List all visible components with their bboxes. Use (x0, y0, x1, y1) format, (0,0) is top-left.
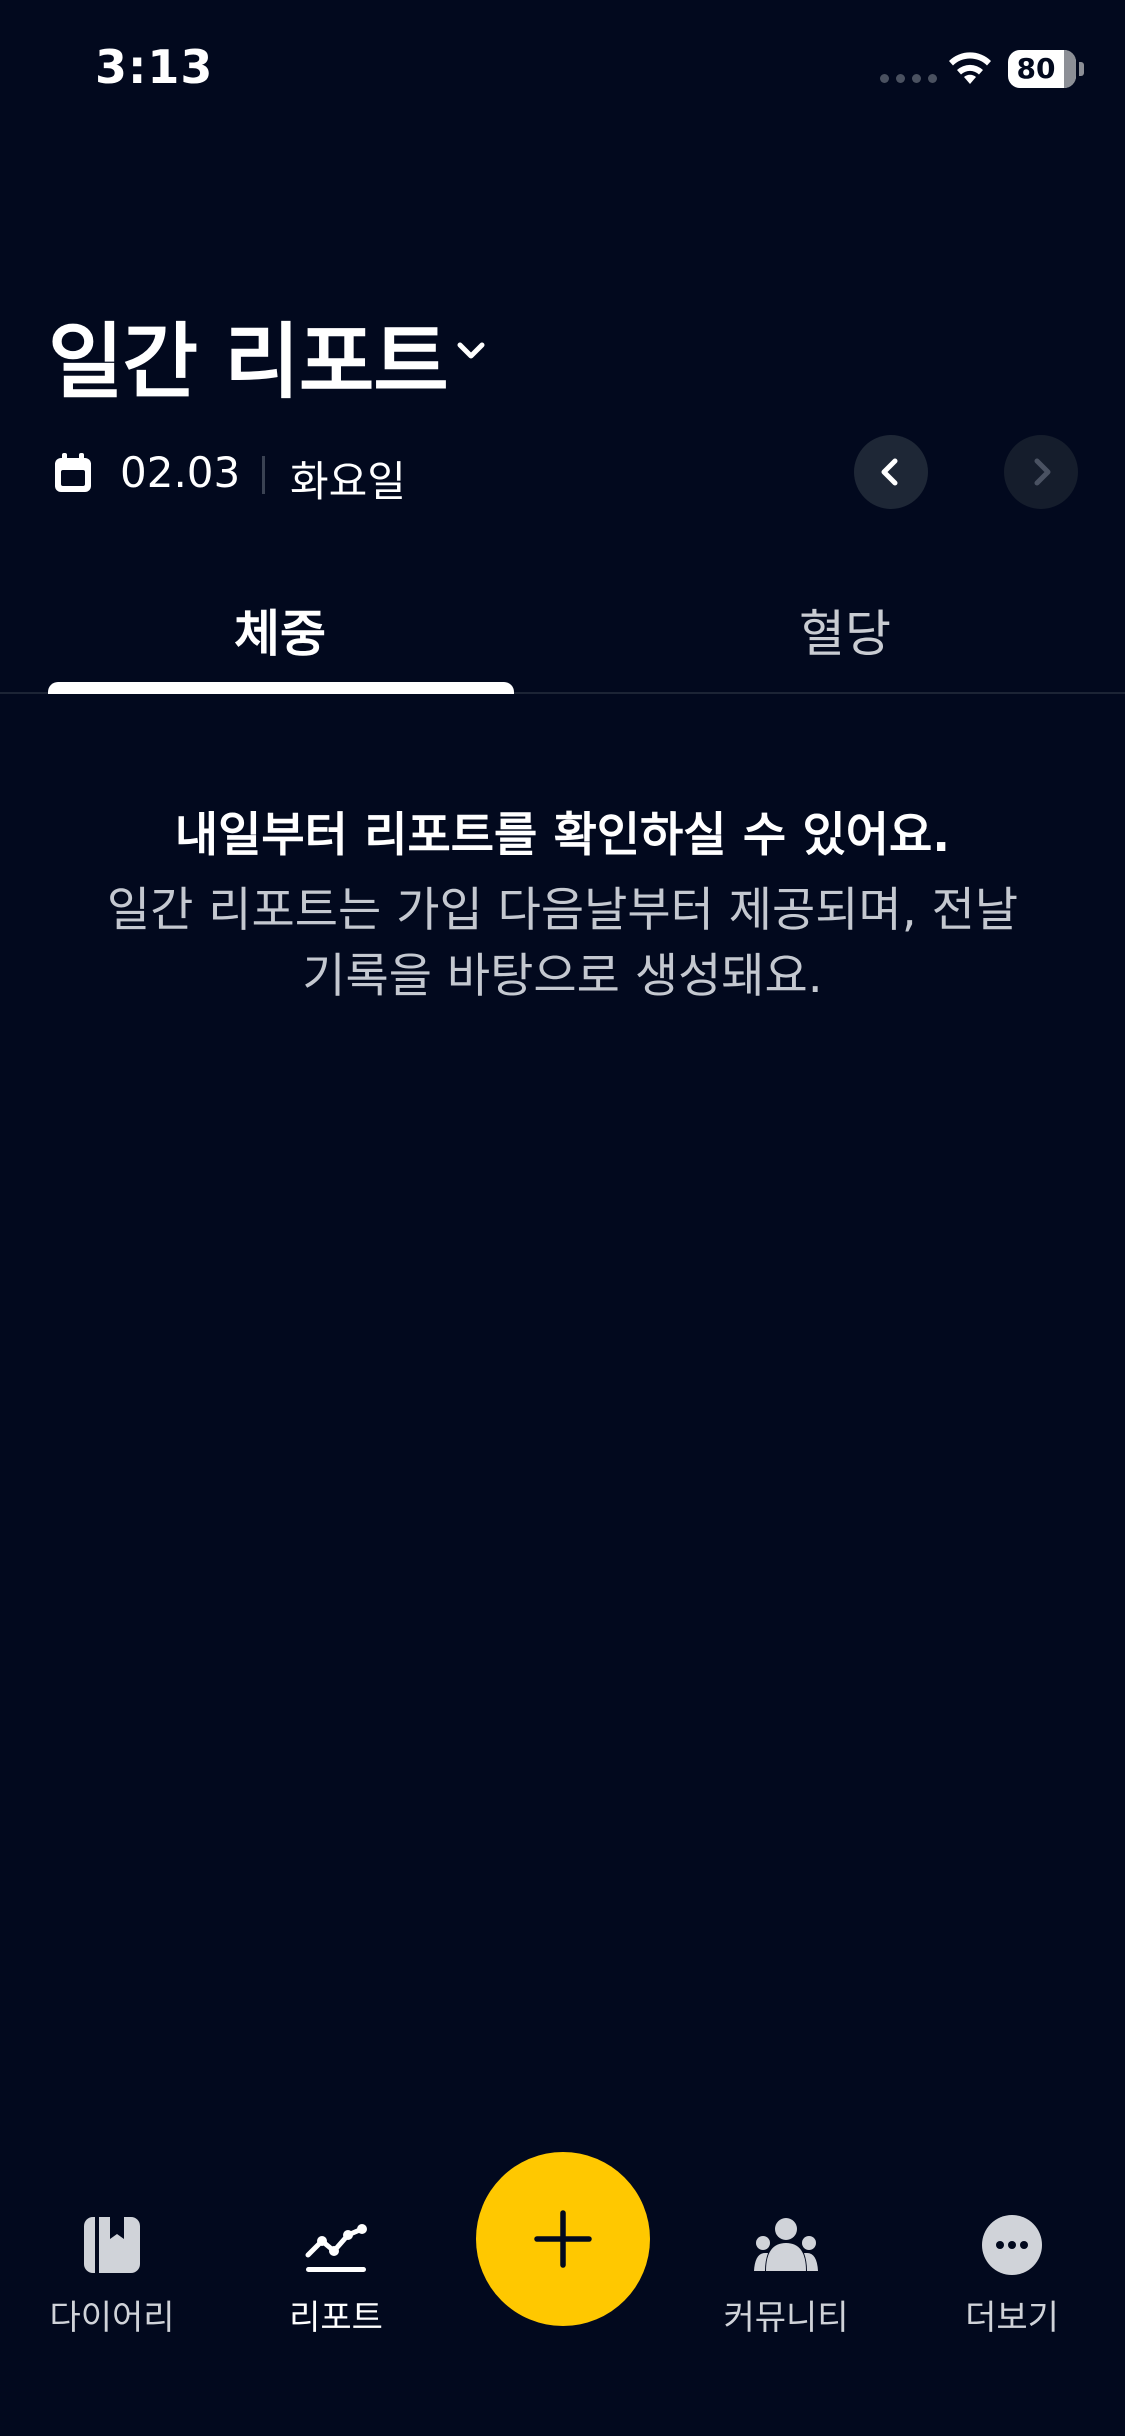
chevron-left-icon (881, 458, 898, 486)
battery-level: 80 (1016, 52, 1056, 85)
nav-label-community: 커뮤니티 (723, 2298, 849, 2338)
community-icon (754, 2218, 818, 2271)
battery-cap (1079, 62, 1084, 76)
nav-item-diary[interactable]: 다이어리 (12, 2140, 212, 2340)
empty-state-title: 내일부터 리포트를 확인하실 수 있어요. (174, 808, 951, 863)
diary-icon (84, 2217, 140, 2273)
chevron-right-icon (1034, 458, 1051, 486)
status-bar: 3:13 80 (0, 0, 1125, 140)
wifi-icon (949, 52, 991, 84)
empty-state: 내일부터 리포트를 확인하실 수 있어요. 일간 리포트는 가입 다음날부터 제… (0, 800, 1125, 1010)
date-row: 02.03 화요일 (48, 440, 1088, 510)
active-tab-indicator (48, 682, 514, 694)
nav-label-more: 더보기 (965, 2298, 1059, 2338)
calendar-icon (55, 453, 91, 492)
tab-blood-sugar[interactable]: 혈당 (565, 570, 1125, 690)
weekday-text: 화요일 (290, 457, 406, 506)
more-icon (982, 2215, 1042, 2275)
report-chart-icon (305, 2224, 367, 2272)
tab-weight[interactable]: 체중 (0, 570, 560, 690)
empty-state-description: 일간 리포트는 가입 다음날부터 제공되며, 전날 기록을 바탕으로 생성돼요. (106, 883, 1019, 1004)
date-divider (262, 456, 265, 494)
battery-icon: 80 (1008, 50, 1076, 88)
nav-label-report: 리포트 (289, 2298, 383, 2338)
report-tabs: 체중 혈당 (0, 570, 1125, 695)
page-title[interactable]: 일간 리포트 (48, 295, 449, 414)
nav-label-diary: 다이어리 (49, 2298, 175, 2338)
nav-item-more[interactable]: 더보기 (912, 2140, 1112, 2340)
chevron-down-icon[interactable] (450, 330, 492, 372)
status-time: 3:13 (95, 40, 214, 94)
daily-report-screen: 3:13 80 일간 리포트 02.03 화요일 체중 혈당 내일부터 리포트를… (0, 0, 1125, 2436)
nav-item-community[interactable]: 커뮤니티 (686, 2140, 886, 2340)
date-text: 02.03 (120, 448, 241, 497)
plus-icon (534, 2210, 592, 2268)
previous-day-button[interactable] (854, 435, 928, 509)
add-record-button[interactable] (476, 2152, 650, 2326)
bottom-nav: 다이어리 리포트 커뮤니티 더보기 (0, 2140, 1125, 2436)
cellular-signal-icon (880, 74, 937, 83)
next-day-button[interactable] (1004, 435, 1078, 509)
nav-item-report[interactable]: 리포트 (236, 2140, 436, 2340)
